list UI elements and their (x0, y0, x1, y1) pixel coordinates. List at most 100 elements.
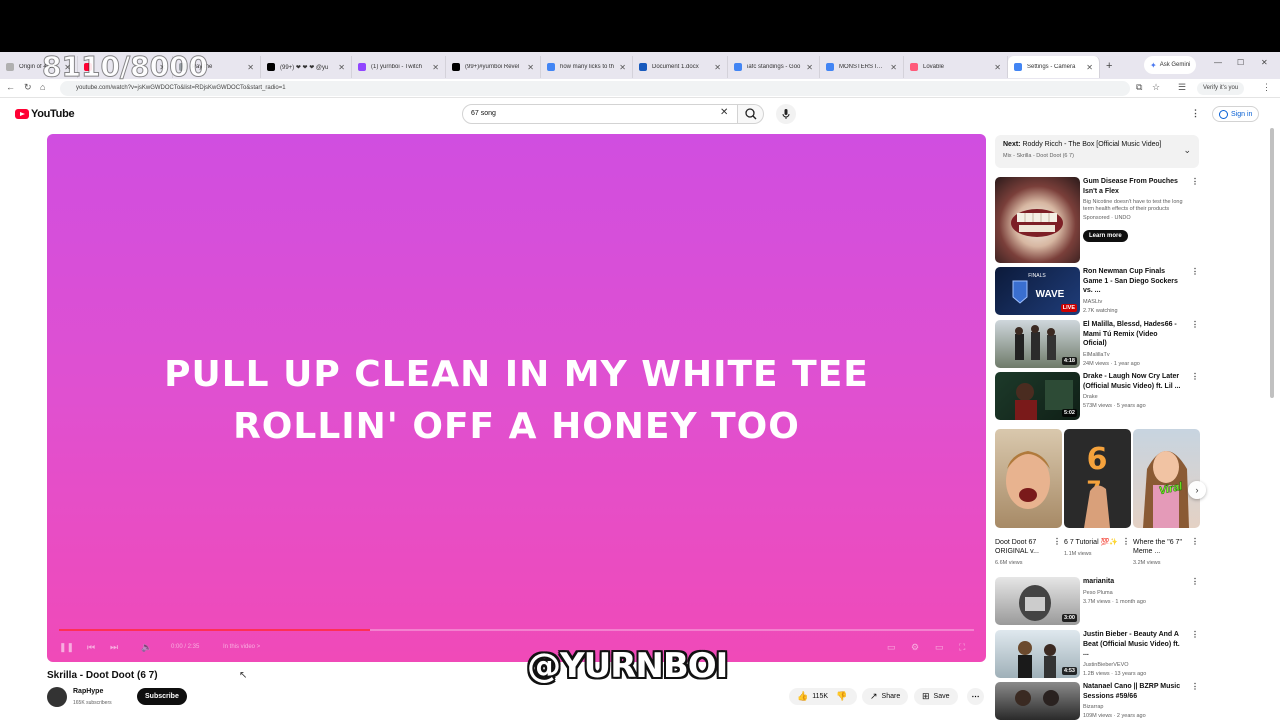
live-badge: LIVE (1060, 304, 1077, 312)
close-window-icon[interactable]: ✕ (1261, 58, 1268, 67)
share-button[interactable]: ↗ Share (862, 688, 909, 705)
close-icon[interactable]: ✕ (247, 63, 254, 72)
browser-menu-icon[interactable]: ⋮ (1262, 82, 1271, 93)
browser-tab[interactable]: Lovable ✕ (904, 56, 1008, 78)
theater-mode-icon[interactable]: ▭ (935, 642, 944, 653)
more-options-icon[interactable]: ⋮ (1053, 537, 1061, 546)
profile-verify-button[interactable]: Verify it's you (1197, 82, 1245, 95)
youtube-play-icon (15, 109, 29, 119)
url-field[interactable]: youtube.com/watch?v=jsKwGWDOCTo&list=RDj… (60, 81, 1130, 96)
more-options-icon[interactable]: ⋮ (1191, 267, 1199, 276)
browser-tab[interactable]: how many licks to th ✕ (541, 56, 633, 78)
close-icon[interactable]: ✕ (432, 63, 439, 72)
close-icon[interactable]: ✕ (714, 63, 721, 72)
close-icon[interactable]: ✕ (527, 63, 534, 72)
voice-search-button[interactable] (776, 104, 796, 124)
video-thumbnail[interactable]: WAVE FINALS LIVE (995, 267, 1080, 315)
recommendation-item[interactable]: Natanael Cano || BZRP Music Sessions #59… (995, 682, 1200, 720)
fullscreen-icon[interactable]: ⛶ (959, 642, 965, 653)
close-icon[interactable]: ✕ (1086, 63, 1093, 72)
extensions-icon[interactable]: ☰ (1178, 82, 1186, 93)
video-thumbnail[interactable]: 4:53 (995, 630, 1080, 678)
page-scrollbar[interactable] (1270, 128, 1274, 398)
previous-icon[interactable]: ⏮ (87, 642, 95, 653)
lyric-line: ROLLIN' OFF A HONEY TOO (233, 406, 800, 447)
search-input[interactable]: 67 song (462, 104, 738, 124)
close-icon[interactable]: ✕ (994, 63, 1001, 72)
more-options-icon[interactable]: ⋮ (1191, 682, 1199, 691)
home-icon[interactable]: ⌂ (40, 82, 45, 92)
reload-icon[interactable]: ↻ (24, 82, 32, 93)
minimize-icon[interactable]: — (1214, 58, 1222, 67)
close-icon[interactable]: ✕ (890, 63, 897, 72)
back-icon[interactable]: ← (6, 82, 15, 92)
short-thumbnail[interactable]: Viral (1133, 429, 1200, 528)
volume-icon[interactable]: 🔈 (141, 642, 152, 653)
up-next-mix: Mix - Skrilla - Doot Doot (6 7) (1003, 153, 1074, 159)
recommendation-item[interactable]: 3:00 marianita Peso Pluma 3.7M views · 1… (995, 577, 1200, 625)
more-options-icon[interactable]: ⋮ (1191, 630, 1199, 639)
bookmark-star-icon[interactable]: ☆ (1152, 82, 1160, 93)
more-options-icon[interactable]: ⋮ (1191, 577, 1199, 586)
more-options-icon[interactable]: ⋮ (1191, 537, 1199, 546)
video-thumbnail[interactable]: 4:18 (995, 320, 1080, 368)
video-player[interactable]: PULL UP CLEAN IN MY WHITE TEE ROLLIN' OF… (47, 134, 986, 662)
recommendation-item[interactable]: WAVE FINALS LIVE Ron Newman Cup Finals G… (995, 267, 1200, 315)
learn-more-button[interactable]: Learn more (1083, 230, 1128, 242)
settings-gear-icon[interactable]: ⚙ (911, 642, 919, 653)
short-item[interactable]: Doot Doot 67 ORIGINAL v... 6.6M views ⋮ (995, 429, 1062, 566)
short-item[interactable]: 6 7 6 7 Tutorial 💯✨ 1.1M views ⋮ (1064, 429, 1131, 557)
youtube-logo[interactable]: YouTube (15, 108, 75, 120)
more-options-icon[interactable]: ⋮ (1191, 177, 1199, 186)
thumbs-up-icon: 👍 (797, 691, 809, 701)
recommendation-item[interactable]: 5:02 Drake - Laugh Now Cry Later (Offici… (995, 372, 1200, 420)
more-actions-button[interactable]: ⋯ (967, 688, 984, 705)
maximize-icon[interactable]: ☐ (1237, 58, 1244, 67)
ask-gemini-button[interactable]: ✦ Ask Gemini (1144, 56, 1197, 74)
up-next-panel[interactable]: Next: Roddy Ricch - The Box [Official Mu… (995, 135, 1199, 168)
close-icon[interactable]: ✕ (619, 63, 626, 72)
recommendation-item[interactable]: 4:18 El Malilla, Blessd, Hades66 - Mami … (995, 320, 1200, 368)
clear-search-icon[interactable]: ✕ (720, 107, 728, 118)
chapter-button[interactable]: In this video > (223, 644, 260, 650)
browser-tab-active[interactable]: Settings - Camera ✕ (1008, 56, 1100, 78)
install-icon[interactable]: ⧉ (1136, 82, 1142, 93)
browser-tab[interactable]: (1) yurnboi - Twitch ✕ (352, 56, 446, 78)
video-thumbnail[interactable] (995, 177, 1080, 263)
close-icon[interactable]: ✕ (338, 63, 345, 72)
mouse-cursor-icon: ↖ (239, 670, 248, 681)
captions-icon[interactable]: ▭ (887, 642, 896, 653)
next-icon[interactable]: ⏭ (110, 642, 118, 653)
browser-tab[interactable]: MONSTERS INC - G✕ (820, 56, 904, 78)
sign-in-button[interactable]: Sign in (1212, 106, 1260, 122)
progress-bar[interactable] (59, 629, 974, 631)
browser-tab[interactable]: (99+)#yurnboi Revel ✕ (446, 56, 541, 78)
close-icon[interactable]: ✕ (806, 63, 813, 72)
recommendation-item[interactable]: 4:53 Justin Bieber - Beauty And A Beat (… (995, 630, 1200, 678)
browser-tab[interactable]: (99+) ❤ ❤ ❤ @yu ✕ (261, 56, 352, 78)
chevron-down-icon[interactable]: ⌄ (1183, 145, 1191, 156)
pause-icon[interactable]: ❚❚ (59, 642, 74, 653)
more-options-icon[interactable]: ⋮ (1122, 537, 1130, 546)
settings-kebab-icon[interactable]: ⋮ (1191, 108, 1200, 119)
video-thumbnail[interactable] (995, 682, 1080, 720)
youtube-page: YouTube 67 song ✕ ⋮ Sign in PULL UP CLEA… (0, 98, 1280, 720)
browser-tab[interactable]: Document 1.docx ✕ (633, 56, 728, 78)
short-thumbnail[interactable] (995, 429, 1062, 528)
short-item[interactable]: Viral Where the "6 7" Meme ... 3.2M view… (1133, 429, 1200, 566)
video-thumbnail[interactable]: 5:02 (995, 372, 1080, 420)
subscribe-button[interactable]: Subscribe (137, 688, 187, 705)
short-thumbnail[interactable]: 6 7 (1064, 429, 1131, 528)
save-button[interactable]: ⊞ Save (914, 688, 958, 705)
channel-avatar[interactable] (47, 687, 67, 707)
more-options-icon[interactable]: ⋮ (1191, 372, 1199, 381)
browser-tab[interactable]: iafc standings - Goo ✕ (728, 56, 820, 78)
like-dislike-button[interactable]: 👍 115K 👎 (789, 688, 857, 705)
channel-name[interactable]: RapHype (73, 688, 103, 695)
new-tab-button[interactable]: + (1106, 60, 1112, 72)
recommendation-item[interactable]: Gum Disease From Pouches Isn't a Flex Bi… (995, 177, 1200, 263)
more-options-icon[interactable]: ⋮ (1191, 320, 1199, 329)
shorts-next-button[interactable]: › (1188, 481, 1206, 499)
search-button[interactable] (738, 104, 764, 124)
video-thumbnail[interactable]: 3:00 (995, 577, 1080, 625)
